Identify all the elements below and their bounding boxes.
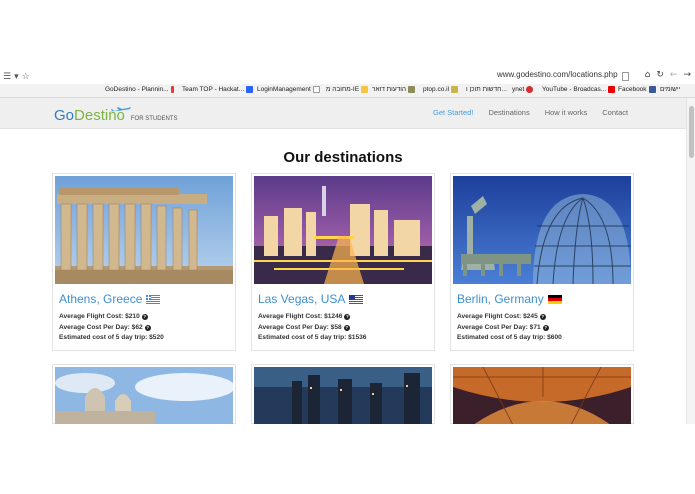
scrollbar-thumb[interactable]	[689, 106, 694, 158]
nav-destinations[interactable]: Destinations	[488, 108, 529, 117]
bookmark-ptop[interactable]: ptop.co.il	[423, 86, 459, 93]
destination-photo	[453, 367, 631, 424]
forward-icon[interactable]: →	[683, 70, 691, 80]
help-icon[interactable]: ?	[141, 314, 148, 321]
nav-links: Get Started! Destinations How it works C…	[433, 108, 628, 117]
folder-icon	[361, 86, 369, 93]
flight-cost: Average Flight Cost: $1246	[258, 313, 343, 320]
destination-stats: Average Flight Cost: $210? Average Cost …	[59, 312, 164, 344]
youtube-icon	[608, 86, 616, 93]
bookmark-godestino[interactable]: GoDestino - Plannin...	[105, 86, 174, 93]
bookmark-label: GoDestino - Plannin...	[105, 86, 169, 93]
page-icon	[622, 72, 629, 81]
browser-url-bar: ☰ ▾ ☆ www.godestino.com/locations.php ⌂ …	[0, 69, 695, 84]
bookmark-label: ptop.co.il	[423, 86, 450, 93]
bookmark-favicon	[451, 86, 459, 93]
bookmark-label: הודעות דואר	[372, 86, 407, 93]
bookmark-login-management[interactable]: LoginManagement	[257, 86, 320, 93]
page-icon	[312, 86, 320, 93]
destination-title[interactable]: Berlin, Germany	[457, 292, 562, 306]
germany-flag-icon	[547, 294, 562, 304]
berlin-photo	[453, 176, 631, 284]
logo-tagline: FOR STUDENTS	[130, 116, 178, 122]
bookmark-ynet[interactable]: ynet	[512, 86, 534, 93]
help-icon[interactable]: ?	[539, 314, 546, 321]
destination-card-las-vegas[interactable]: Las Vegas, USA Average Flight Cost: $124…	[251, 173, 435, 351]
trip-estimate: Estimated cost of 5 day trip: $1536	[258, 334, 367, 341]
bookmark-favicon	[408, 86, 416, 93]
athens-photo	[55, 176, 233, 284]
destination-title[interactable]: Athens, Greece	[59, 292, 161, 306]
help-icon[interactable]: ?	[144, 324, 151, 331]
destination-card-athens[interactable]: Athens, Greece Average Flight Cost: $210…	[52, 173, 236, 351]
page-scrollbar[interactable]	[686, 98, 695, 424]
bookmarks-bar: GoDestino - Plannin... Team TOP - Hackat…	[0, 84, 695, 98]
bookmark-label: ynet	[512, 86, 525, 93]
bookmark-mail-updates[interactable]: הודעות דואר	[372, 86, 416, 93]
address-field[interactable]: www.godestino.com/locations.php	[497, 70, 618, 79]
destination-card[interactable]	[450, 364, 634, 424]
bookmark-facebook[interactable]: Facebook	[618, 86, 656, 93]
bookmark-favicon	[170, 86, 174, 93]
help-icon[interactable]: ?	[542, 324, 549, 331]
daily-cost: Average Cost Per Day: $58	[258, 323, 342, 331]
flight-cost: Average Flight Cost: $245	[457, 313, 538, 320]
trip-estimate: Estimated cost of 5 day trip: $600	[457, 334, 562, 341]
reload-icon[interactable]: ↻	[656, 70, 664, 80]
site-navbar: Go Destino FOR STUDENTS Get Started! Des…	[0, 98, 686, 129]
main-content: Our destinations Athens, Greece Average …	[0, 129, 686, 424]
trello-icon	[246, 86, 254, 93]
bookmark-label: מחובה מ-IE	[326, 86, 360, 93]
bookmark-apps[interactable]: יישומים	[660, 86, 680, 93]
facebook-icon	[648, 86, 656, 93]
destination-title[interactable]: Las Vegas, USA	[258, 292, 364, 306]
destination-photo	[55, 367, 233, 424]
nav-contact[interactable]: Contact	[602, 108, 628, 117]
daily-cost: Average Cost Per Day: $71	[457, 323, 541, 331]
star-icon[interactable]: ☆	[22, 72, 30, 82]
destination-photo	[254, 367, 432, 424]
destination-stats: Average Flight Cost: $1246? Average Cost…	[258, 312, 366, 344]
flight-cost: Average Flight Cost: $210	[59, 313, 140, 320]
destination-card-berlin[interactable]: Berlin, Germany Average Flight Cost: $24…	[450, 173, 634, 351]
bookmark-label: LoginManagement	[257, 86, 311, 93]
destination-stats: Average Flight Cost: $245? Average Cost …	[457, 312, 562, 344]
trip-estimate: Estimated cost of 5 day trip: $520	[59, 334, 164, 341]
bookmark-label: YouTube - Broadcas...	[542, 86, 607, 93]
page-title: Our destinations	[283, 149, 403, 166]
usa-flag-icon	[349, 294, 364, 304]
city-name: Athens, Greece	[59, 292, 143, 306]
bookmark-news-content[interactable]: חדשות תוכן ו...	[466, 86, 507, 93]
logo-go-text: Go	[54, 107, 75, 124]
help-icon[interactable]: ?	[343, 324, 350, 331]
bookmark-ie-folder[interactable]: מחובה מ-IE	[326, 86, 369, 93]
bookmark-label: חדשות תוכן ו...	[466, 86, 507, 93]
las-vegas-photo	[254, 176, 432, 284]
bookmark-favicon	[526, 86, 534, 93]
airplane-icon	[109, 107, 131, 112]
greece-flag-icon	[146, 294, 161, 304]
bookmark-label: Facebook	[618, 86, 647, 93]
history-dropdown-icon[interactable]: ▾	[14, 72, 19, 82]
bookmark-team-top[interactable]: Team TOP - Hackat...	[182, 86, 254, 93]
nav-get-started[interactable]: Get Started!	[433, 108, 473, 117]
bookmark-label: יישומים	[660, 86, 681, 93]
city-name: Las Vegas, USA	[258, 292, 346, 306]
city-name: Berlin, Germany	[457, 292, 544, 306]
bookmark-youtube[interactable]: YouTube - Broadcas...	[542, 86, 616, 93]
help-icon[interactable]: ?	[344, 314, 351, 321]
destination-card[interactable]	[52, 364, 236, 424]
menu-icon[interactable]: ☰	[3, 72, 11, 82]
back-icon[interactable]: ←	[670, 70, 678, 80]
bookmark-label: Team TOP - Hackat...	[182, 86, 245, 93]
home-icon[interactable]: ⌂	[645, 70, 651, 80]
nav-how-it-works[interactable]: How it works	[545, 108, 588, 117]
daily-cost: Average Cost Per Day: $62	[59, 323, 143, 331]
destination-card[interactable]	[251, 364, 435, 424]
